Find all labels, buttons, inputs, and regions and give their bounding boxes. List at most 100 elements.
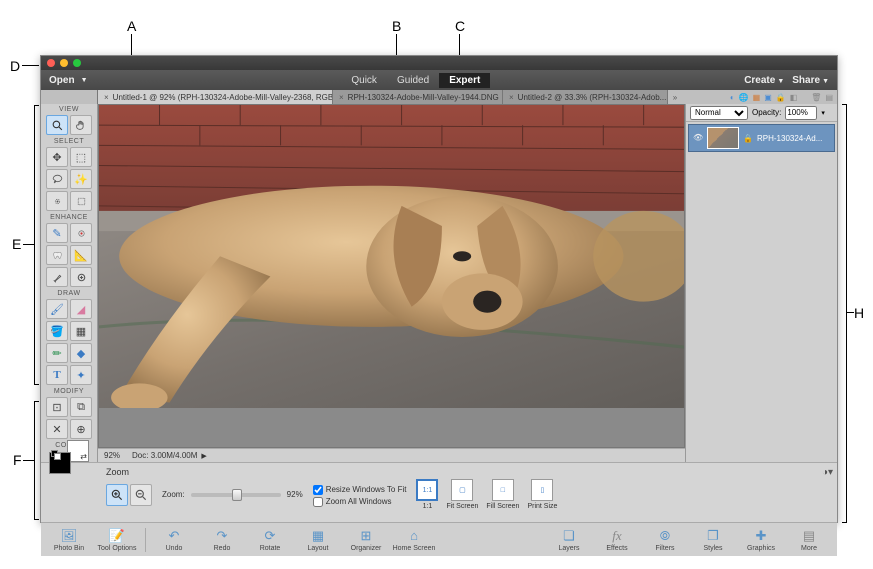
layer-visibility-icon[interactable]: 👁 xyxy=(693,133,703,143)
panel-histogram-icon[interactable]: ▦ xyxy=(753,93,761,102)
pencil-tool[interactable]: ✏ xyxy=(46,343,68,363)
panel-info-icon[interactable]: ◐ xyxy=(730,93,735,102)
resize-windows-checkbox[interactable]: Resize Windows To Fit xyxy=(313,485,407,495)
zoom-all-checkbox[interactable]: Zoom All Windows xyxy=(313,497,407,507)
section-view: VIEW xyxy=(59,104,79,114)
status-doc-info[interactable]: Doc: 3.00M/4.00M▶ xyxy=(132,451,207,460)
callout-e: E xyxy=(12,236,21,252)
swap-colors-icon[interactable]: ⇄ xyxy=(80,452,87,461)
redeye-tool[interactable] xyxy=(70,223,92,243)
clone-stamp-tool[interactable]: ⊕ xyxy=(70,419,92,439)
options-collapse-icon[interactable]: ◑▾ xyxy=(822,467,833,478)
tab-overflow[interactable]: » xyxy=(668,90,682,104)
gradient-tool[interactable]: ▦ xyxy=(70,321,92,341)
opacity-input[interactable] xyxy=(785,106,817,120)
crop-tool[interactable]: ⊡ xyxy=(46,397,68,417)
recompose-tool[interactable]: ⧉ xyxy=(70,397,92,417)
organizer-button[interactable]: ⊞Organizer xyxy=(344,528,388,552)
layers-button[interactable]: ❏Layers xyxy=(547,528,591,552)
color-picker[interactable]: ⇄ xyxy=(49,452,89,462)
zoom-tool[interactable] xyxy=(46,115,68,135)
share-menu[interactable]: Share▼ xyxy=(792,75,829,86)
fill-screen-button[interactable]: □Fill Screen xyxy=(486,479,519,510)
redo-button[interactable]: ↷Redo xyxy=(200,528,244,552)
eraser-tool[interactable]: ◢ xyxy=(70,299,92,319)
shape-tool[interactable]: ◆ xyxy=(70,343,92,363)
bracket-e xyxy=(34,105,39,385)
home-screen-button[interactable]: ⌂Home Screen xyxy=(392,528,436,552)
hand-tool[interactable] xyxy=(70,115,92,135)
photo-bin-button[interactable]: 🖼Photo Bin xyxy=(47,528,91,552)
mode-guided[interactable]: Guided xyxy=(387,73,439,88)
callout-line xyxy=(23,244,34,245)
content-aware-tool[interactable]: ✕ xyxy=(46,419,68,439)
section-select: SELECT xyxy=(54,136,84,146)
document-tab-1[interactable]: ×Untitled-1 @ 92% (RPH-130324-Adobe-Mill… xyxy=(98,90,333,104)
eyedropper-tool[interactable]: ✎ xyxy=(46,223,68,243)
type-tool[interactable]: T xyxy=(46,365,68,385)
create-menu[interactable]: Create▼ xyxy=(744,75,784,86)
move-tool[interactable]: ✥ xyxy=(46,147,68,167)
document-image xyxy=(99,105,684,408)
brush-tool[interactable]: 🖌 xyxy=(46,299,68,319)
default-colors-icon[interactable] xyxy=(51,450,61,460)
callout-c: C xyxy=(455,18,465,34)
zoom-slider-knob[interactable] xyxy=(232,489,242,501)
smart-brush-tool[interactable] xyxy=(46,267,68,287)
fit-1to1-button[interactable]: 1:11:1 xyxy=(416,479,438,510)
zoom-slider[interactable] xyxy=(191,493,281,497)
blend-mode-select[interactable]: Normal xyxy=(690,106,748,120)
straighten-tool[interactable]: 📐 xyxy=(70,245,92,265)
filters-button[interactable]: ⦾Filters xyxy=(643,528,687,552)
close-tab-icon[interactable]: × xyxy=(509,93,514,102)
whiten-teeth-tool[interactable] xyxy=(46,245,68,265)
tab-label: RPH-130324-Adobe-Mill-Valley-1944.DNG xyxy=(348,93,499,102)
window-minimize-button[interactable] xyxy=(60,59,68,67)
magic-wand-tool[interactable]: ✨ xyxy=(70,169,92,189)
print-size-button[interactable]: ▯Print Size xyxy=(527,479,557,510)
styles-button[interactable]: ❐Styles xyxy=(691,528,735,552)
document-tab-3[interactable]: ×Untitled-2 @ 33.3% (RPH-130324-Adob... xyxy=(503,90,668,104)
fill-tool[interactable]: 🪣 xyxy=(46,321,68,341)
panel-trash-icon[interactable]: 🗑 xyxy=(811,93,821,102)
quick-select-tool[interactable] xyxy=(46,191,68,211)
effects-button[interactable]: fxEffects xyxy=(595,528,639,552)
tool-options-button[interactable]: 📝Tool Options xyxy=(95,528,139,552)
close-tab-icon[interactable]: × xyxy=(104,93,109,102)
spot-heal-tool[interactable] xyxy=(70,267,92,287)
undo-button[interactable]: ↶Undo xyxy=(152,528,196,552)
section-draw: DRAW xyxy=(57,288,80,298)
graphics-button[interactable]: ✚Graphics xyxy=(739,528,783,552)
mode-expert[interactable]: Expert xyxy=(439,73,490,88)
window-zoom-button[interactable] xyxy=(73,59,81,67)
layer-thumbnail[interactable] xyxy=(707,127,739,149)
panel-history-icon[interactable]: 🌐 xyxy=(739,93,749,102)
opacity-caret-icon[interactable]: ▾ xyxy=(821,109,825,117)
close-tab-icon[interactable]: × xyxy=(339,93,344,102)
more-button[interactable]: ▤More xyxy=(787,528,831,552)
auto-select-tool[interactable] xyxy=(70,191,92,211)
marquee-tool[interactable]: ⬚ xyxy=(70,147,92,167)
rotate-button[interactable]: ⟳Rotate xyxy=(248,528,292,552)
open-menu[interactable]: Open xyxy=(49,75,75,86)
layer-row[interactable]: 👁 🔒 RPH-130324-Ad... xyxy=(688,124,835,152)
status-zoom[interactable]: 92% xyxy=(104,451,120,460)
custom-shape-tool[interactable]: ✦ xyxy=(70,365,92,385)
lasso-tool[interactable] xyxy=(46,169,68,189)
canvas-zone: 92% Doc: 3.00M/4.00M▶ xyxy=(98,104,685,462)
layout-button[interactable]: ▦Layout xyxy=(296,528,340,552)
panel-navigator-icon[interactable]: ▣ xyxy=(764,93,772,102)
window-close-button[interactable] xyxy=(47,59,55,67)
fit-screen-button[interactable]: ▢Fit Screen xyxy=(446,479,478,510)
panel-adjust-icon[interactable]: ◧ xyxy=(790,93,798,102)
menubar: Open ▼ Quick Guided Expert Create▼ Share… xyxy=(41,70,837,90)
document-tab-2[interactable]: × RPH-130324-Adobe-Mill-Valley-1944.DNG xyxy=(333,90,503,104)
toolbox: VIEW SELECT ✥ ⬚ ✨ ENHANCE ✎ xyxy=(41,104,98,462)
zoom-in-icon[interactable] xyxy=(106,484,128,506)
panel-menu-icon[interactable]: ▤ xyxy=(825,93,833,102)
mode-quick[interactable]: Quick xyxy=(341,73,387,88)
canvas[interactable] xyxy=(98,104,685,448)
callout-line xyxy=(22,65,39,66)
zoom-out-icon[interactable] xyxy=(130,484,152,506)
panel-lock-icon[interactable]: 🔒 xyxy=(776,93,786,102)
